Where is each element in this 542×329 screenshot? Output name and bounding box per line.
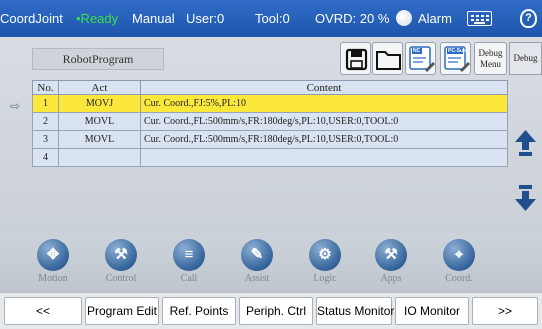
row-number: 2 (32, 112, 59, 131)
debug-menu-button[interactable]: Debug Menu (474, 42, 507, 75)
tool-frame-label[interactable]: Tool:0 (255, 11, 290, 26)
coord-mode-label[interactable]: CoordJoint (0, 11, 63, 26)
row-number: 1 (32, 94, 59, 113)
instruction-dock: ✥ Motion ⚒ Control ≡ Call ✎ Assist ⚙ Log… (0, 233, 542, 292)
open-folder-button[interactable] (372, 42, 403, 75)
next-page-button[interactable]: >> (472, 297, 538, 325)
help-icon[interactable]: ? (520, 9, 537, 28)
status-bar: CoordJoint •Ready Manual User:0 Tool:0 O… (0, 0, 542, 37)
io-monitor-button[interactable]: IO Monitor (395, 297, 469, 325)
save-icon (345, 48, 368, 71)
column-header-act: Act (58, 80, 141, 95)
pc-sub-button[interactable]: PC-Sub (440, 42, 471, 75)
dock-label: Coord. (445, 273, 473, 284)
dock-item-call[interactable]: ≡ Call (164, 233, 214, 292)
logic-icon: ⚙ (309, 239, 341, 271)
debug-menu-label-line2: Menu (480, 59, 501, 69)
assist-icon: ✎ (241, 239, 273, 271)
nc-edit-icon (409, 46, 435, 72)
keyboard-icon[interactable] (467, 11, 492, 26)
control-icon: ⚒ (105, 239, 137, 271)
dock-item-apps[interactable]: ⚒ Apps (366, 233, 416, 292)
row-number: 3 (32, 130, 59, 149)
dock-item-assist[interactable]: ✎ Assist (232, 233, 282, 292)
ref-points-button[interactable]: Ref. Points (162, 297, 236, 325)
pc-sub-label: PC-Sub (448, 48, 467, 54)
dock-item-logic[interactable]: ⚙ Logic (300, 233, 350, 292)
user-frame-label[interactable]: User:0 (186, 11, 224, 26)
table-row[interactable]: 1 MOVJ Cur. Coord.,FJ:5%,PL:10 (32, 94, 508, 113)
nc-label: NC (413, 48, 421, 54)
row-action: MOVJ (58, 94, 141, 113)
alarm-indicator-icon[interactable] (396, 10, 412, 26)
prev-page-button[interactable]: << (4, 297, 82, 325)
table-row[interactable]: 2 MOVL Cur. Coord.,FL:500mm/s,FR:180deg/… (32, 112, 508, 131)
scroll-down-icon[interactable] (513, 183, 538, 213)
debug-button[interactable]: Debug (509, 42, 542, 75)
dock-label: Assist (244, 273, 270, 284)
dock-item-motion[interactable]: ✥ Motion (28, 233, 78, 292)
table-row[interactable]: 3 MOVL Cur. Coord.,FL:500mm/s,FR:180deg/… (32, 130, 508, 149)
table-row[interactable]: 4 (32, 148, 508, 167)
current-line-pointer-icon: ⇨ (10, 99, 21, 113)
bottom-nav-bar: << Program Edit Ref. Points Periph. Ctrl… (0, 292, 542, 329)
dock-label: Logic (313, 273, 337, 284)
nc-button[interactable]: NC (405, 42, 436, 75)
coord-icon: ⌖ (443, 239, 475, 271)
debug-menu-label-line1: Debug (478, 48, 503, 58)
periph-ctrl-button[interactable]: Periph. Ctrl (239, 297, 313, 325)
row-content: Cur. Coord.,FL:500mm/s,FR:180deg/s,PL:10… (140, 130, 508, 149)
program-edit-button[interactable]: Program Edit (85, 297, 159, 325)
row-content: Cur. Coord.,FL:500mm/s,FR:180deg/s,PL:10… (140, 112, 508, 131)
row-action (58, 148, 141, 167)
save-button[interactable] (340, 42, 371, 75)
motion-icon: ✥ (37, 239, 69, 271)
dock-label: Control (105, 273, 137, 284)
ready-status: •Ready (76, 11, 119, 26)
alarm-label[interactable]: Alarm (418, 11, 452, 26)
dock-label: Apps (380, 273, 402, 284)
row-action: MOVL (58, 112, 141, 131)
dock-item-control[interactable]: ⚒ Control (96, 233, 146, 292)
dock-label: Motion (38, 273, 68, 284)
row-action: MOVL (58, 130, 141, 149)
row-content (140, 148, 508, 167)
folder-icon (376, 51, 401, 70)
dock-item-coord[interactable]: ⌖ Coord. (434, 233, 484, 292)
row-content: Cur. Coord.,FJ:5%,PL:10 (140, 94, 508, 113)
manual-mode-label[interactable]: Manual (132, 11, 175, 26)
override-speed-label[interactable]: OVRD: 20 % (315, 11, 389, 26)
apps-icon: ⚒ (375, 239, 407, 271)
dock-label: Call (180, 273, 198, 284)
row-number: 4 (32, 148, 59, 167)
call-icon: ≡ (173, 239, 205, 271)
program-table: No. Act Content 1 MOVJ Cur. Coord.,FJ:5%… (32, 80, 508, 167)
scroll-up-icon[interactable] (513, 128, 538, 158)
column-header-no: No. (32, 80, 59, 95)
program-panel: RobotProgram NC PC-Sub Debug Menu Debug … (0, 37, 542, 292)
column-header-content: Content (140, 80, 508, 95)
status-monitor-button[interactable]: Status Monitor (316, 297, 394, 325)
program-tab[interactable]: RobotProgram (32, 48, 164, 70)
